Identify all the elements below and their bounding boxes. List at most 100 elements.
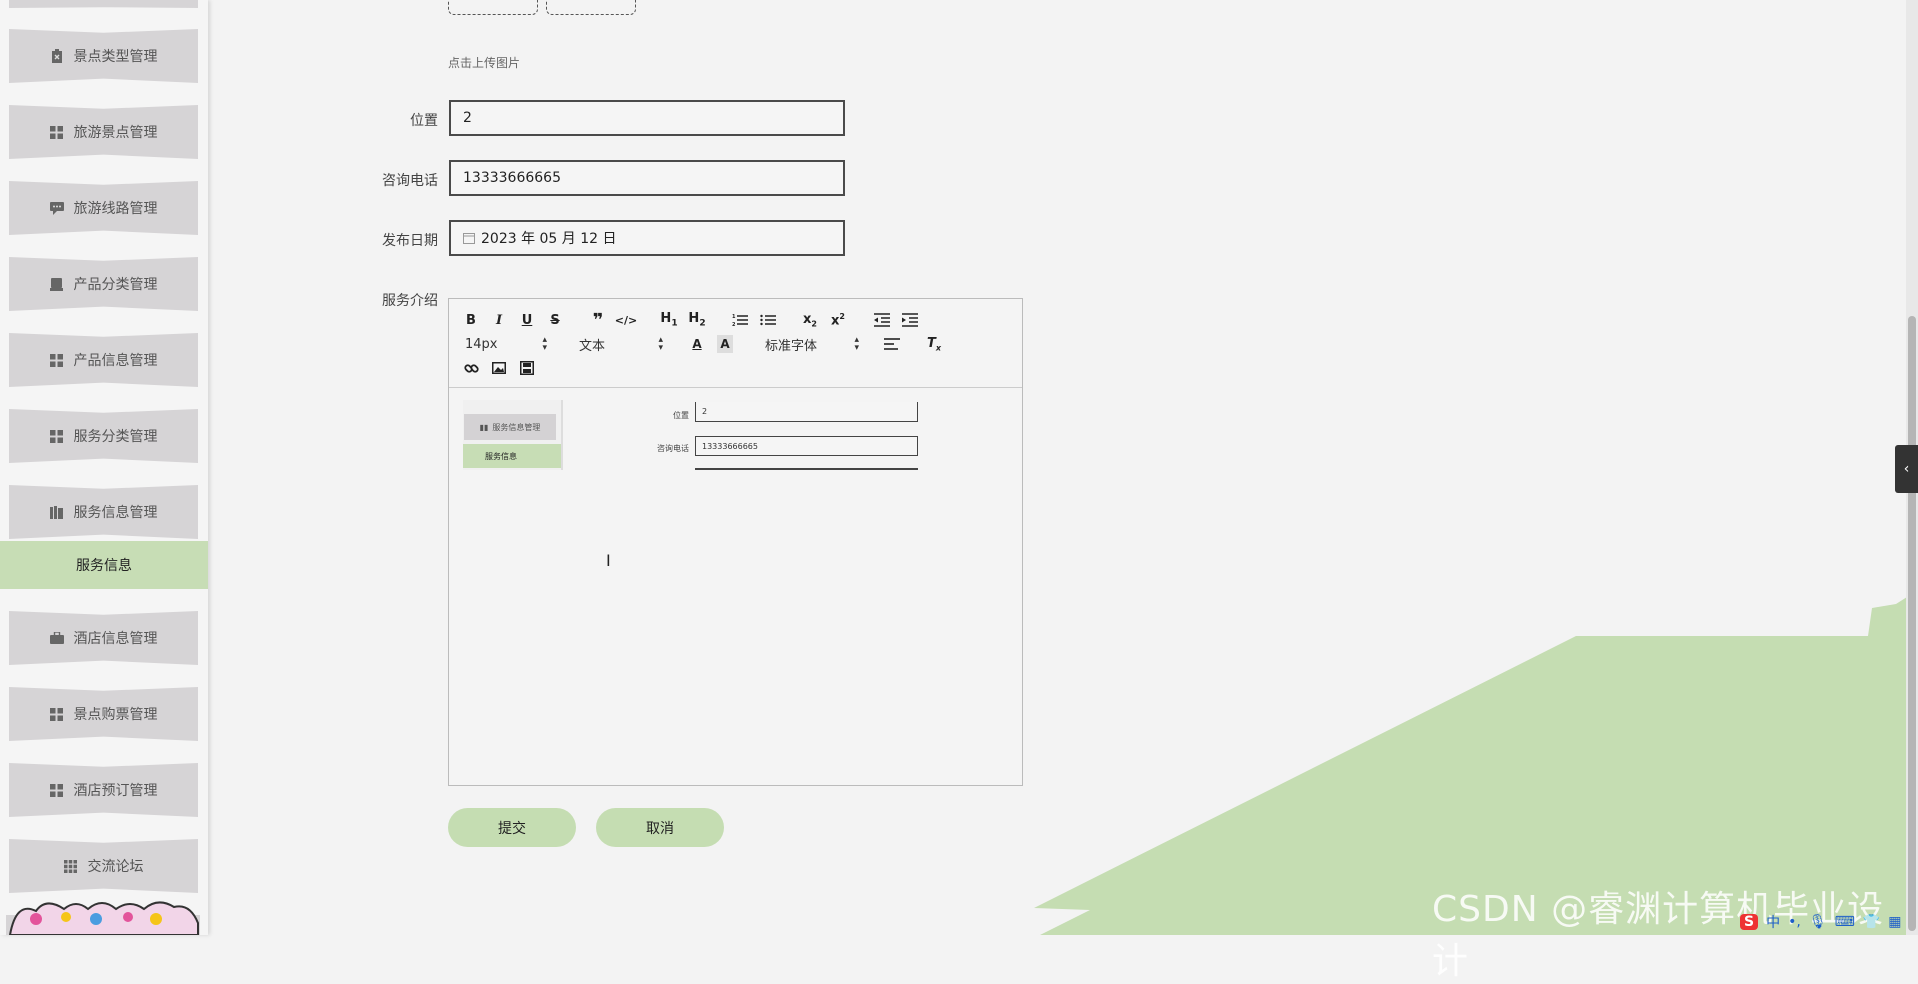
sidebar-item-ticket[interactable]: 景点购票管理 [9,687,198,741]
background-color-button[interactable]: A [717,335,733,353]
font-size-value: 14px [465,336,498,352]
font-color-button[interactable]: A [689,335,705,353]
text-cursor-icon: Ι [606,551,611,570]
underline-button[interactable]: U [519,311,535,329]
sidebar-item-scenic-type[interactable]: 景点类型管理 [9,29,198,83]
embedded-sub-item: 服务信息 [463,444,561,468]
embedded-location-input: 2 [695,402,918,422]
keyboard-icon[interactable]: ⌨ [1835,914,1855,930]
superscript-button[interactable]: x2 [829,311,847,329]
microphone-icon[interactable]: 🎙 [1809,914,1827,930]
apps-grid-icon[interactable]: ▦ [1888,914,1901,930]
sidebar-item-label: 旅游线路管理 [73,201,158,217]
submit-button[interactable]: 提交 [448,808,576,847]
updown-caret-icon: ▴ ▾ [854,335,859,353]
updown-caret-icon: ▴ ▾ [542,335,547,353]
heading2-button[interactable]: H2 [687,311,707,329]
blockquote-button[interactable]: ❞ [589,310,607,331]
scrollbar-thumb[interactable] [1908,316,1916,931]
sidebar-subitem-service-info[interactable]: 服务信息 [0,541,208,589]
date-picker-input[interactable]: 2023 年 05 月 12 日 [449,220,845,256]
sidebar-item-product-info[interactable]: 产品信息管理 [9,333,198,387]
bullet-list-icon [760,314,776,326]
video-button[interactable] [519,359,535,377]
grid-icon [50,783,64,797]
font-family-value: 标准字体 [765,338,818,354]
location-input[interactable]: 2 [449,100,845,136]
cancel-button[interactable]: 取消 [596,808,724,847]
link-icon [463,363,479,373]
subscript-button[interactable]: x2 [801,311,819,329]
location-value: 2 [463,110,472,126]
grid-icon [50,707,64,721]
sidebar-item-label: 服务信息管理 [73,505,158,521]
sidebar-item-hotel-booking[interactable]: 酒店预订管理 [9,763,198,817]
bullet-list-button[interactable] [759,311,777,329]
sidebar-item-service-category[interactable]: 服务分类管理 [9,409,198,463]
sidebar-item-label: 产品分类管理 [73,277,158,293]
bold-button[interactable]: B [463,311,479,329]
font-family-select[interactable]: 标准字体 ▴ ▾ [765,335,859,354]
sidebar-item-hotel-info[interactable]: 酒店信息管理 [9,611,198,665]
location-label: 位置 [410,113,438,129]
heading1-button[interactable]: H1 [659,311,679,329]
font-size-select[interactable]: 14px ▴ ▾ [465,335,547,353]
grid-icon [50,353,64,367]
book-icon: ▮▮ [479,422,489,432]
editor-content-area[interactable]: ▮▮ 服务信息管理 服务信息 位置 2 咨询电话 13333666665 [449,388,1022,784]
embedded-menu-item: ▮▮ 服务信息管理 [464,414,556,440]
heading1-icon: H1 [660,311,678,329]
sidebar-item-label: 景点购票管理 [73,707,158,723]
code-block-button[interactable]: </> [614,311,638,329]
svg-text:2: 2 [732,322,736,327]
outdent-button[interactable] [873,311,891,329]
strikethrough-button[interactable]: S [547,311,563,329]
ordered-list-button[interactable]: 12 [731,311,749,329]
image-upload-slot[interactable] [546,0,636,15]
align-button[interactable] [883,335,901,353]
code-icon: </> [614,313,638,327]
clear-format-icon: Tx [926,335,942,353]
underline-icon: U [521,312,533,328]
bold-icon: B [466,312,476,328]
intro-label: 服务介绍 [382,293,438,309]
sidebar-item-label: 交流论坛 [87,859,144,875]
italic-icon: I [495,312,503,328]
sidebar-item-service-info[interactable]: 服务信息管理 [9,485,198,539]
font-color-icon: A [692,337,702,351]
clipboard-icon [50,49,64,63]
cartoon-decoration-image [6,901,200,935]
date-label: 发布日期 [382,233,438,249]
image-button[interactable] [491,359,507,377]
apps-icon [64,859,78,873]
clear-format-button[interactable]: Tx [925,335,943,353]
ime-language[interactable]: 中 [1766,912,1780,932]
link-button[interactable] [463,359,479,377]
rich-text-editor: B I U S ❞ </> H1 H2 12 x2 x2 14px ▴ ▾ 文本 … [448,298,1023,786]
sidebar-item-label: 服务分类管理 [73,429,158,445]
superscript-icon: x2 [831,311,845,329]
sidebar-item-route[interactable]: 旅游线路管理 [9,181,198,235]
indent-button[interactable] [901,311,919,329]
embedded-phone-input: 13333666665 [695,436,918,456]
italic-button[interactable]: I [491,311,507,329]
sidebar-item-scenic-spot[interactable]: 旅游景点管理 [9,105,198,159]
align-left-icon [884,338,900,350]
block-format-select[interactable]: 文本 ▴ ▾ [579,335,663,354]
background-color-icon: A [720,337,730,351]
punctuation-icon[interactable]: •, [1788,914,1801,930]
comment-icon [49,201,64,215]
sidebar-item-label: 酒店信息管理 [73,631,158,647]
sidebar-item-product-category[interactable]: 产品分类管理 [9,257,198,311]
ime-logo-icon[interactable]: S [1740,914,1759,930]
system-tray: S 中 •, 🎙 ⌨ 👕 ▦ [1740,910,1901,934]
video-icon [520,361,534,375]
side-panel-toggle[interactable]: ‹ [1895,445,1918,493]
sidebar-item-forum[interactable]: 交流论坛 [9,839,198,893]
block-format-value: 文本 [579,338,606,354]
shirt-icon[interactable]: 👕 [1863,914,1880,930]
image-upload-slot[interactable] [448,0,538,15]
phone-input[interactable]: 13333666665 [449,160,845,196]
embedded-screenshot-image: ▮▮ 服务信息管理 服务信息 位置 2 咨询电话 13333666665 [463,400,933,470]
sidebar-item-top-partial[interactable] [9,0,198,8]
